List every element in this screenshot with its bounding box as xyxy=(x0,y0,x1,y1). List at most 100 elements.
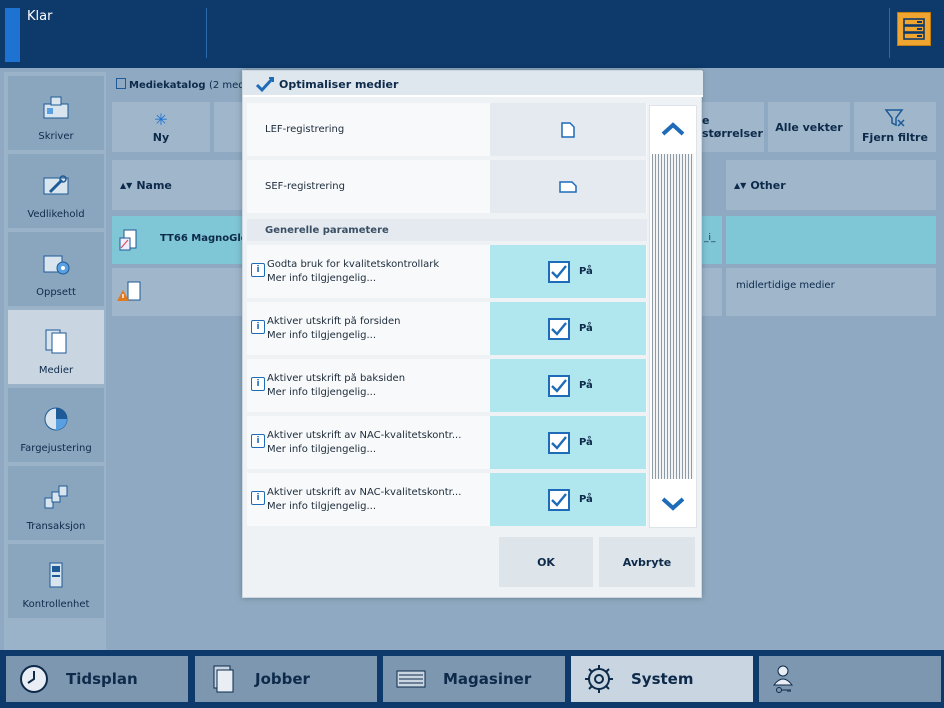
param-toggle[interactable]: På xyxy=(490,473,646,526)
table-row[interactable]: TT66 MagnoGlos xyxy=(112,216,254,264)
checkbox[interactable] xyxy=(548,260,570,283)
sidebar-item-label: Kontrollenhet xyxy=(22,599,90,610)
optimize-media-dialog: Optimaliser medier LEF-registrering SEF-… xyxy=(242,70,703,598)
portrait-page-icon xyxy=(561,121,575,138)
clear-filters-button[interactable]: Fjern filtre xyxy=(854,102,936,152)
param-value: På xyxy=(579,323,593,334)
sidebar-item-setup[interactable]: Oppsett xyxy=(8,232,104,306)
chevron-up-icon xyxy=(661,122,685,136)
landscape-page-icon xyxy=(559,180,577,193)
media-icon xyxy=(45,329,67,354)
lef-registration-button[interactable] xyxy=(490,103,646,156)
sef-registration-button[interactable] xyxy=(490,160,646,213)
param-row[interactable]: i Aktiver utskrift av NAC-kvalitetskontr… xyxy=(247,473,647,526)
param-toggle[interactable]: På xyxy=(490,416,646,469)
sidebar-item-controller[interactable]: Kontrollenhet xyxy=(8,544,104,618)
table-cell: midlertidige medier xyxy=(726,268,936,316)
gear-icon xyxy=(585,665,613,693)
clear-filters-label: Fjern filtre xyxy=(862,131,928,144)
param-toggle[interactable]: På xyxy=(490,359,646,412)
param-toggle[interactable]: På xyxy=(490,302,646,355)
column-name-label: Name xyxy=(136,178,172,192)
all-sizes-label: e størrelser xyxy=(702,114,763,140)
param-row[interactable]: i Godta bruk for kvalitetskontrollark Me… xyxy=(247,245,647,298)
sidebar-item-transaction[interactable]: Transaksjon xyxy=(8,466,104,540)
param-value: På xyxy=(579,437,593,448)
param-label: Godta bruk for kvalitetskontrollark xyxy=(267,259,440,270)
tab-trays[interactable]: Magasiner xyxy=(383,656,565,702)
sidebar-item-printer[interactable]: Skriver xyxy=(8,76,104,150)
bottom-nav: Tidsplan Jobber Magasiner System xyxy=(0,650,944,708)
info-icon[interactable]: i xyxy=(251,263,265,277)
tab-label: System xyxy=(631,670,694,688)
sef-label: SEF-registrering xyxy=(265,181,345,192)
tab-system[interactable]: System xyxy=(571,656,753,702)
sidebar-item-color-adjust[interactable]: Fargejustering xyxy=(8,388,104,462)
sort-icon: ▲▼ xyxy=(734,180,747,190)
divider xyxy=(243,95,703,97)
printer-status: Klar xyxy=(27,9,53,24)
new-media-button[interactable]: ✳ Ny xyxy=(112,102,210,152)
sef-registration-row: SEF-registrering xyxy=(247,160,647,213)
sidebar-item-media[interactable]: Medier xyxy=(8,310,104,384)
tab-jobs[interactable]: Jobber xyxy=(195,656,377,702)
checkbox[interactable] xyxy=(548,317,570,340)
info-icon[interactable]: i xyxy=(251,491,265,505)
param-row[interactable]: i Aktiver utskrift på forsiden Mer info … xyxy=(247,302,647,355)
table-cell xyxy=(726,216,936,264)
tab-label: Jobber xyxy=(255,670,310,688)
table-cell xyxy=(702,268,722,316)
breadcrumb: Mediekatalog (2 medi xyxy=(116,78,247,91)
sidebar: Skriver Vedlikehold Oppsett Medier Farge… xyxy=(4,72,106,650)
column-header-name[interactable]: ▲▼ Name xyxy=(112,160,244,210)
server-button[interactable] xyxy=(897,12,931,46)
scroll-up-button[interactable] xyxy=(650,106,696,152)
tab-schedule[interactable]: Tidsplan xyxy=(6,656,188,702)
top-bar: Klar xyxy=(0,0,944,68)
info-icon[interactable]: i xyxy=(251,320,265,334)
param-more-info: Mer info tilgjengelig... xyxy=(267,330,377,341)
maintenance-icon xyxy=(43,175,69,195)
param-value: På xyxy=(579,494,593,505)
user-key-icon xyxy=(772,665,794,693)
column-header-other[interactable]: ▲▼ Other xyxy=(726,160,936,210)
check-icon xyxy=(551,435,567,450)
all-sizes-filter[interactable]: e størrelser xyxy=(702,102,764,152)
checkbox[interactable] xyxy=(548,374,570,397)
cell-value: midlertidige medier xyxy=(736,280,835,291)
param-row[interactable]: i Aktiver utskrift av NAC-kvalitetskontr… xyxy=(247,416,647,469)
checkmark-icon xyxy=(255,76,275,93)
param-label: Aktiver utskrift på baksiden xyxy=(267,373,406,384)
table-cell: _i_ xyxy=(702,216,722,264)
dialog-title-bar: Optimaliser medier xyxy=(243,71,703,97)
sidebar-item-maintenance[interactable]: Vedlikehold xyxy=(8,154,104,228)
table-row[interactable] xyxy=(112,268,244,316)
check-icon xyxy=(551,378,567,393)
sidebar-item-label: Vedlikehold xyxy=(27,209,85,220)
scrollbar[interactable] xyxy=(649,105,697,528)
new-media-label: Ny xyxy=(152,131,170,144)
toolbar-button[interactable] xyxy=(214,102,244,152)
setup-icon xyxy=(43,255,70,275)
ok-button[interactable]: OK xyxy=(499,537,593,587)
info-icon[interactable]: i xyxy=(251,377,265,391)
dialog-title: Optimaliser medier xyxy=(279,77,399,91)
scroll-down-button[interactable] xyxy=(650,481,696,527)
all-weights-filter[interactable]: Alle vekter xyxy=(768,102,850,152)
param-toggle[interactable]: På xyxy=(490,245,646,298)
checkbox[interactable] xyxy=(548,488,570,511)
chevron-down-icon xyxy=(661,497,685,511)
cancel-button[interactable]: Avbryte xyxy=(599,537,695,587)
controller-icon xyxy=(49,562,63,588)
scroll-track[interactable] xyxy=(652,154,694,479)
column-other-label: Other xyxy=(750,178,786,192)
tab-user[interactable] xyxy=(759,656,941,702)
param-row[interactable]: i Aktiver utskrift på baksiden Mer info … xyxy=(247,359,647,412)
sparkle-icon: ✳ xyxy=(154,110,168,129)
media-name: TT66 MagnoGlos xyxy=(160,233,254,244)
sort-icon: ▲▼ xyxy=(120,180,133,190)
info-icon[interactable]: i xyxy=(251,434,265,448)
checkbox[interactable] xyxy=(548,431,570,454)
clock-icon xyxy=(20,665,48,693)
warning-icon xyxy=(117,281,141,301)
